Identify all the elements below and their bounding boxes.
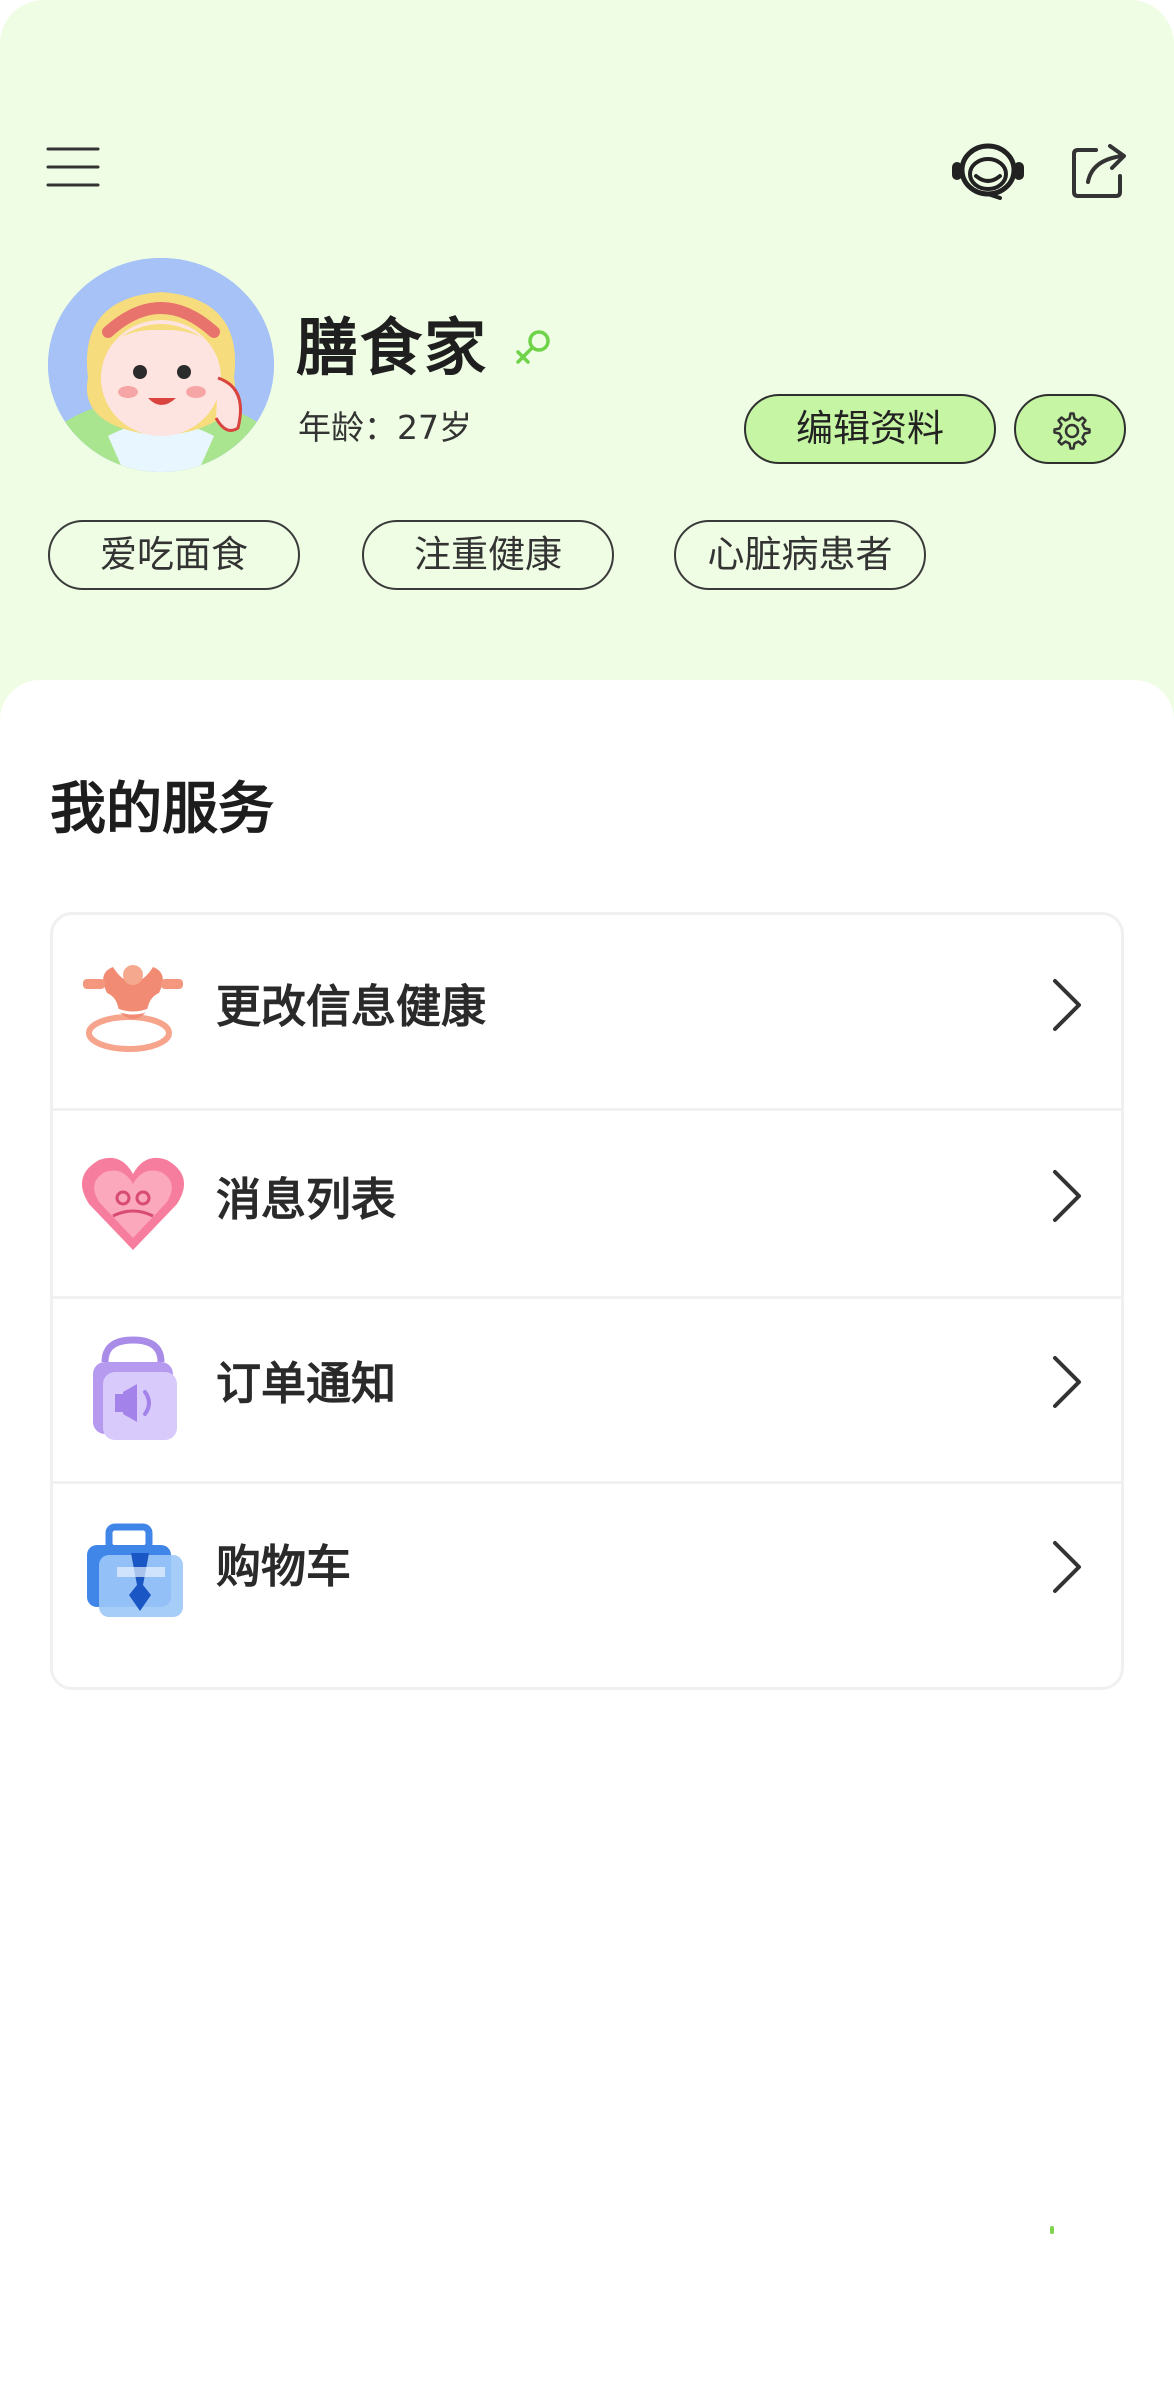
chevron-right-icon bbox=[1053, 1541, 1081, 1593]
indicator-dot bbox=[1050, 2226, 1054, 2234]
service-label: 订单通知 bbox=[216, 1357, 397, 1410]
edit-profile-button[interactable]: 编辑资料 bbox=[744, 394, 996, 464]
menu-icon[interactable] bbox=[46, 146, 100, 188]
share-icon[interactable] bbox=[1070, 142, 1128, 200]
chevron-right-icon bbox=[1053, 1170, 1081, 1222]
user-age: 年龄：27岁 bbox=[298, 408, 472, 447]
user-name: 膳食家 bbox=[296, 311, 489, 384]
gear-icon bbox=[1053, 412, 1091, 450]
service-label: 购物车 bbox=[216, 1540, 352, 1593]
order-bag-icon bbox=[93, 1336, 177, 1440]
service-label: 更改信息健康 bbox=[216, 980, 487, 1033]
chevron-right-icon bbox=[1053, 979, 1081, 1031]
service-item-order-notice[interactable]: 订单通知 bbox=[53, 1298, 1121, 1483]
profile-tag[interactable]: 注重健康 bbox=[362, 520, 614, 590]
profile-tag[interactable]: 心脏病患者 bbox=[674, 520, 926, 590]
female-gender-icon bbox=[516, 330, 550, 364]
profile-tag[interactable]: 爱吃面食 bbox=[48, 520, 300, 590]
heart-message-icon bbox=[81, 1157, 185, 1250]
settings-button[interactable] bbox=[1014, 394, 1126, 464]
profile-page: 膳食家 年龄：27岁 编辑资料 爱吃面食 注重健康 心脏病患者 我的服务 更改信… bbox=[0, 0, 1174, 2406]
service-item-health-info[interactable]: 更改信息健康 bbox=[53, 915, 1121, 1100]
section-title: 我的服务 bbox=[50, 777, 274, 842]
headset-icon[interactable] bbox=[950, 140, 1026, 200]
service-item-message-list[interactable]: 消息列表 bbox=[53, 1110, 1121, 1295]
shopping-bag-icon bbox=[87, 1523, 183, 1617]
avatar[interactable] bbox=[48, 258, 274, 472]
divider bbox=[53, 1481, 1121, 1484]
service-item-shopping-cart[interactable]: 购物车 bbox=[53, 1485, 1121, 1670]
service-label: 消息列表 bbox=[216, 1173, 397, 1226]
fitness-icon bbox=[83, 965, 183, 1052]
chevron-right-icon bbox=[1053, 1356, 1081, 1408]
service-list: 更改信息健康 消息列表 订单通知 购物车 bbox=[50, 912, 1124, 1690]
avatar-illustration bbox=[48, 258, 274, 472]
